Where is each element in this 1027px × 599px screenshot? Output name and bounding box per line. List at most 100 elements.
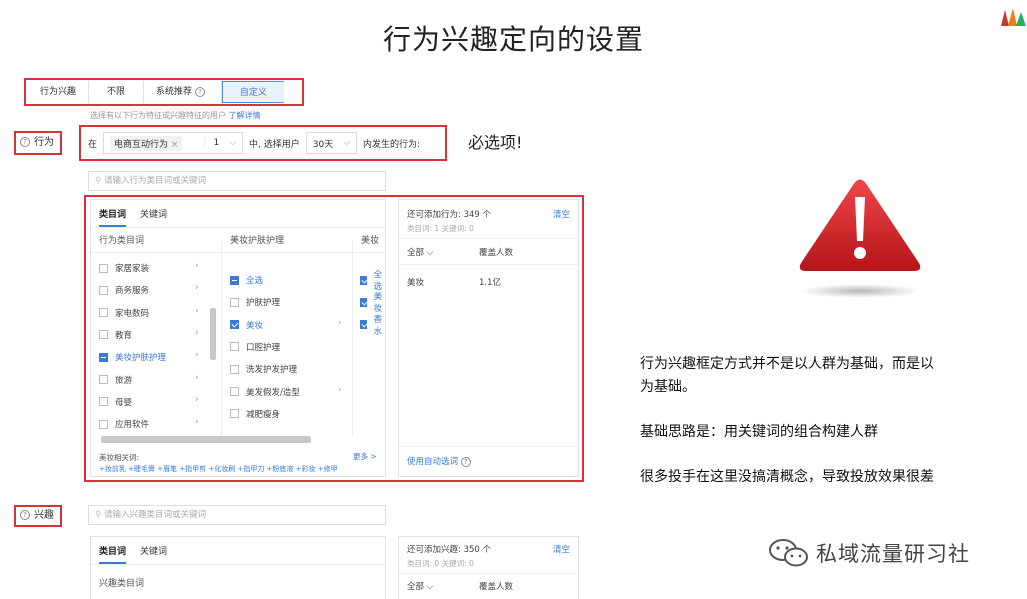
list-item[interactable]: 家居家装: [99, 258, 149, 278]
clear-button[interactable]: 清空: [553, 208, 570, 220]
checkbox[interactable]: [360, 297, 367, 307]
list-item[interactable]: 减肥瘦身: [230, 404, 280, 424]
list-item[interactable]: 美发假发/造型: [230, 382, 300, 402]
chevron-right-icon[interactable]: ›: [195, 373, 199, 383]
list-item[interactable]: 美妆: [360, 292, 385, 315]
scene-tag-label: 电商互动行为: [114, 139, 169, 150]
list-item[interactable]: 美妆护肤护理: [99, 347, 166, 367]
checkbox[interactable]: [99, 308, 108, 318]
list-item[interactable]: 全选: [230, 270, 263, 290]
related-label: 美妆相关词:: [99, 453, 140, 462]
chevron-right-icon[interactable]: ›: [195, 350, 199, 360]
tab-keyword[interactable]: 关键词: [140, 207, 167, 220]
checkbox[interactable]: [99, 419, 108, 429]
search-icon: ⚲: [95, 176, 102, 186]
list-item[interactable]: 商务服务: [99, 280, 149, 300]
tab-category[interactable]: 类目词: [99, 207, 127, 227]
close-icon[interactable]: ×: [171, 140, 179, 150]
chevron-right-icon[interactable]: ›: [195, 417, 199, 427]
list-item-label: 旅游: [115, 375, 133, 386]
interest-coverage-header: 覆盖人数: [479, 582, 514, 592]
filter-all-dropdown[interactable]: 全部 ⌵: [407, 246, 433, 258]
interest-filter-all-dropdown[interactable]: 全部 ⌵: [407, 580, 433, 592]
note-line-2: 基础思路是：用关键词的组合构建人群: [640, 424, 878, 440]
list-item[interactable]: 旅游: [99, 370, 132, 390]
chevron-down-icon: ⌵: [229, 138, 237, 148]
behavior-counts: 类目词: 1 关键词: 0: [407, 224, 474, 233]
col1-scrollbar[interactable]: [210, 308, 216, 360]
mode-option-custom[interactable]: 自定义: [221, 81, 284, 103]
learn-more-link[interactable]: 了解详情: [229, 111, 261, 120]
tab-category[interactable]: 类目词: [99, 544, 127, 564]
checkbox[interactable]: [99, 375, 108, 384]
checkbox[interactable]: [230, 297, 239, 307]
related-keywords[interactable]: +妆前乳 +睫毛膏 +眉笔 +指甲剪 +化妆刷 +指甲刀 +粉底液 +彩妆 +修…: [99, 464, 338, 474]
list-item-label: 全选: [373, 270, 383, 292]
interest-summary-panel: 还可添加兴趣: 350 个 清空 类目词: 0 关键词: 0 全部 ⌵ 覆盖人数: [398, 536, 580, 599]
more-link[interactable]: 更多 >: [353, 451, 377, 462]
checkbox[interactable]: [230, 364, 239, 374]
list-item-label: 护肤护理: [246, 298, 281, 309]
checkbox[interactable]: [230, 320, 239, 330]
interest-search-input[interactable]: ⚲ 请输入兴趣类目词或关键词: [88, 505, 386, 525]
interest-label-text: 兴趣: [34, 510, 54, 521]
checkbox[interactable]: [99, 397, 108, 407]
col3-header: 美妆: [361, 236, 380, 246]
list-item[interactable]: 护肤护理: [230, 292, 280, 312]
list-item[interactable]: 美妆: [230, 315, 263, 335]
checkbox[interactable]: [360, 275, 367, 285]
interest-tabs: 类目词 关键词: [91, 537, 385, 565]
checkbox[interactable]: [360, 320, 367, 330]
chevron-right-icon[interactable]: ›: [195, 306, 199, 316]
scene-count-value: 1: [213, 138, 220, 148]
list-item[interactable]: 应用软件: [99, 414, 149, 434]
days-select[interactable]: 30天 ⌵: [305, 132, 358, 154]
list-item[interactable]: 母婴: [99, 392, 132, 412]
checkbox[interactable]: [99, 330, 108, 340]
list-item-label: 美妆: [373, 292, 383, 315]
checkbox[interactable]: [230, 342, 239, 352]
chevron-right-icon[interactable]: ›: [195, 395, 199, 405]
horizontal-scrollbar[interactable]: [101, 436, 311, 443]
chevron-right-icon[interactable]: ›: [195, 328, 199, 338]
search-icon: ⚲: [95, 510, 102, 520]
list-item[interactable]: 洗发护发护理: [230, 359, 297, 379]
chevron-right-icon[interactable]: ›: [195, 261, 199, 271]
watermark: 私域流量研习社: [768, 538, 970, 568]
behavior-search-input[interactable]: ⚲ 请输入行为类目词或关键词: [88, 171, 386, 191]
tab-keyword[interactable]: 关键词: [140, 544, 167, 557]
chevron-right-icon[interactable]: ›: [338, 318, 342, 328]
col1-header: 行为类目词: [99, 236, 145, 246]
mode-hint-text: 选择有以下行为特征或兴趣特征的用户: [90, 111, 226, 120]
checkbox[interactable]: [99, 263, 108, 273]
checkbox[interactable]: [99, 352, 108, 362]
auto-select-button[interactable]: 使用自动选词 ?: [407, 455, 475, 467]
list-item[interactable]: 香水: [360, 314, 385, 337]
condition-suffix: 内发生的行为:: [363, 139, 421, 150]
divider: [399, 238, 580, 239]
mode-option-unlimited[interactable]: 不限: [89, 81, 145, 103]
list-item-label: 家居家装: [115, 264, 150, 274]
list-item-label: 香水: [373, 314, 383, 337]
condition-prefix: 在: [88, 139, 98, 150]
list-item[interactable]: 家电数码: [99, 303, 149, 323]
interest-clear-button[interactable]: 清空: [553, 543, 570, 555]
interest-col1-header: 兴趣类目词: [99, 579, 145, 589]
mode-hint: 选择有以下行为特征或兴趣特征的用户 了解详情: [90, 110, 261, 121]
behavior-summary-panel: 还可添加行为: 349 个 清空 类目词: 1 关键词: 0 全部 ⌵ 覆盖人数…: [398, 199, 580, 477]
chevron-right-icon[interactable]: ›: [338, 385, 342, 395]
list-item[interactable]: 口腔护理: [230, 337, 280, 357]
warning-icon: [799, 179, 921, 298]
mode-option-recommend[interactable]: 系统推荐 ?: [144, 81, 222, 103]
checkbox[interactable]: [230, 275, 239, 285]
list-item[interactable]: 教育: [99, 325, 132, 345]
mode-selector: 行为兴趣 不限 系统推荐 ? 自定义: [28, 81, 284, 103]
divider: [399, 573, 580, 574]
scene-select[interactable]: 电商互动行为 × 1 ⌵: [103, 132, 244, 154]
chevron-right-icon[interactable]: ›: [195, 283, 199, 293]
list-item[interactable]: 全选: [360, 270, 385, 292]
interest-counts: 类目词: 0 关键词: 0: [407, 559, 474, 568]
checkbox[interactable]: [230, 387, 239, 396]
checkbox[interactable]: [99, 285, 108, 295]
checkbox[interactable]: [230, 409, 239, 419]
